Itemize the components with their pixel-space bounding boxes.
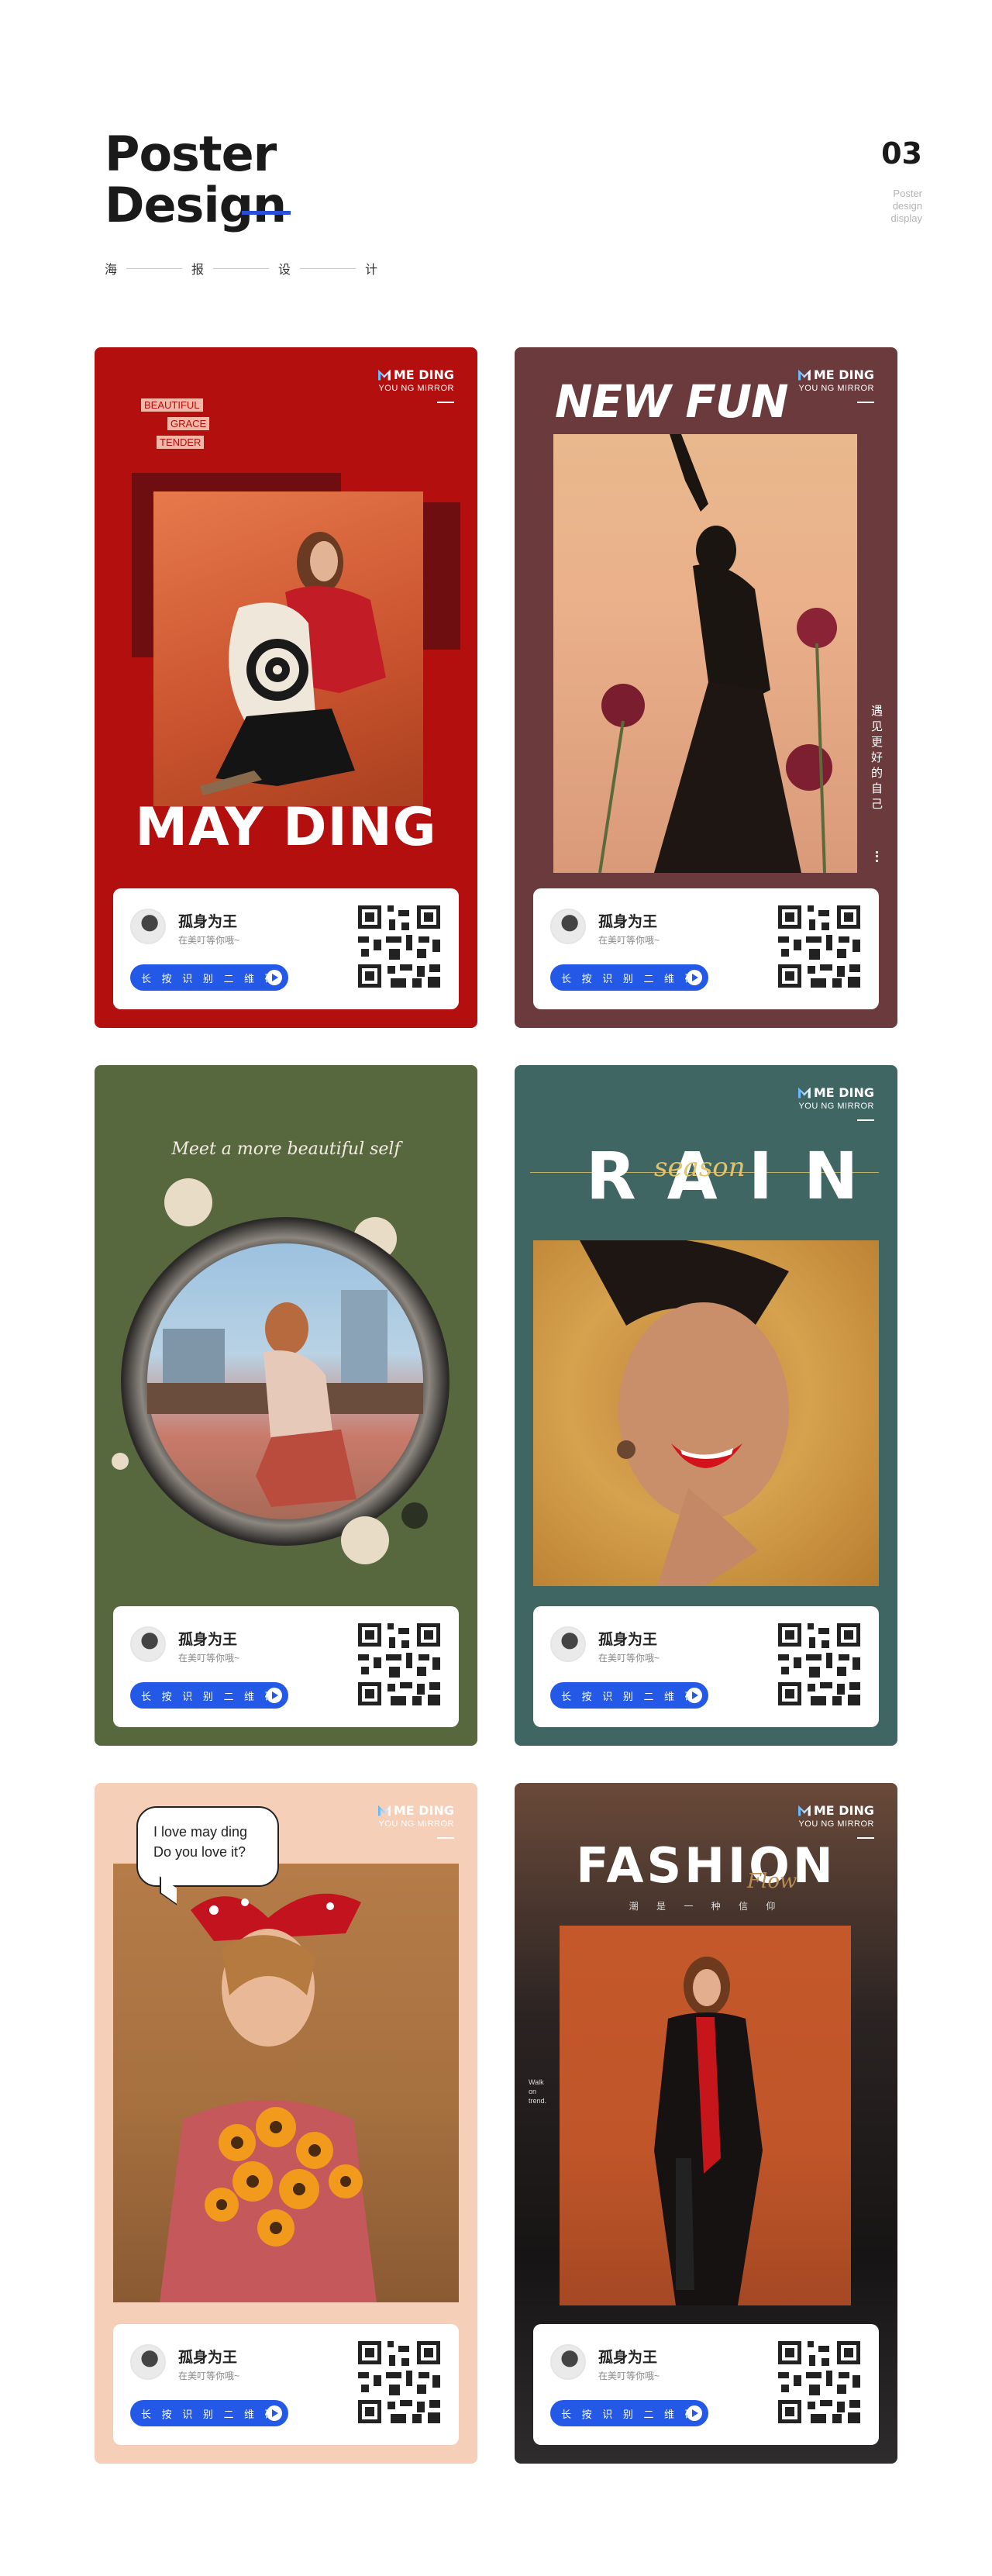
avatar [550,2344,586,2380]
contact-name: 孤身为王 [178,914,238,930]
scan-qr-button[interactable]: 长 按 识 别 二 维 码 [130,964,288,991]
scan-qr-button[interactable]: 长 按 识 别 二 维 码 [130,2400,288,2426]
contact-card: 孤身为王 在美叮等你哦~ 长 按 识 别 二 维 码 [533,888,879,1009]
model-photo [153,491,423,806]
poster-title: NEW FUN [555,375,789,428]
qr-code-icon [778,905,860,988]
brand-logo: ME DING YOU NG MIRROR [797,1085,874,1125]
contact-name: 孤身为王 [598,1632,658,1648]
qr-code-icon [358,2341,440,2423]
scan-qr-button[interactable]: 长 按 识 别 二 维 码 [130,1682,288,1709]
qr-code-icon [358,905,440,988]
side-caption: Walk on trend. [529,2078,547,2105]
title-line-2: Design [105,177,287,233]
play-icon [687,970,702,985]
brand-logo: ME DING YOU NG MIRROR [377,1803,454,1843]
contact-card: 孤身为王 在美叮等你哦~ 长 按 识 别 二 维 码 [533,1606,879,1727]
model-photo [553,434,857,874]
contact-tagline: 在美叮等你哦~ [178,935,240,946]
contact-tagline: 在美叮等你哦~ [598,2371,660,2381]
contact-card: 孤身为王 在美叮等你哦~ 长 按 识 别 二 维 码 [533,2324,879,2445]
subtitle-char: 计 [365,264,378,277]
contact-tagline: 在美叮等你哦~ [598,1653,660,1664]
model-photo [113,1864,459,2302]
tag: GRACE [167,417,210,430]
poster-title: MAY DING [135,797,437,858]
poster-subtitle: 潮 是 一 种 信 仰 [629,1901,784,1912]
decor-circle [341,1516,389,1564]
contact-card: 孤身为王 在美叮等你哦~ 长 按 识 别 二 维 码 [113,888,459,1009]
model-photo [147,1243,423,1519]
decor-dots [876,851,879,862]
play-icon [267,2405,282,2421]
vertical-slogan: 遇见更好的自己 [871,705,884,811]
model-photo [533,1236,879,1586]
play-icon [267,1688,282,1703]
brand-mark-icon [797,1087,811,1098]
play-icon [687,1688,702,1703]
contact-tagline: 在美叮等你哦~ [598,935,660,946]
play-icon [267,970,282,985]
poster-title: FASHION [576,1837,836,1894]
play-icon [687,2405,702,2421]
qr-code-icon [778,1623,860,1705]
page-title: Poster Design [105,126,287,233]
qr-code-icon [358,1623,440,1705]
scan-qr-button[interactable]: 长 按 识 别 二 维 码 [550,1682,708,1709]
avatar [550,909,586,944]
brand-logo: ME DING YOU NG MIRROR [377,367,454,407]
brand-mark-icon [377,1805,391,1816]
brand-mark-icon [797,369,811,381]
contact-card: 孤身为王 在美叮等你哦~ 长 按 识 别 二 维 码 [113,2324,459,2445]
script-overlay: Flow [747,1870,797,1893]
contact-name: 孤身为王 [178,2350,238,2366]
brand-mark-icon [377,369,391,381]
backdrop-block [422,502,460,650]
title-accent-line [242,211,291,215]
contact-tagline: 在美叮等你哦~ [178,1653,240,1664]
qr-code-icon [778,2341,860,2423]
contact-name: 孤身为王 [598,2350,658,2366]
poster-rain: ME DING YOU NG MIRROR RAIN season 孤身为王 在… [515,1065,897,1746]
subtitle-char: 报 [191,264,205,277]
avatar [130,909,166,944]
poster-fashion: ME DING YOU NG MIRROR FASHION Flow 潮 是 一… [515,1783,897,2464]
subtitle: 海 报 设 计 [105,259,377,278]
contact-name: 孤身为王 [598,914,658,930]
section-number: 03 [881,136,922,171]
speech-bubble: I love may ding Do you love it? [136,1806,279,1887]
script-overlay: season [654,1152,746,1183]
poster-beautiful-self: Meet a more beautiful self 孤身为王 在美叮等你哦~ … [95,1065,477,1746]
tag: TENDER [157,436,205,449]
title-line-1: Poster [105,126,277,182]
poster-new-fun: ME DING YOU NG MIRROR NEW FUN 遇见更好的自己 孤身… [515,347,897,1028]
decor-circle [164,1178,212,1226]
decor-circle [401,1502,428,1529]
scan-qr-button[interactable]: 长 按 识 别 二 维 码 [550,2400,708,2426]
subtitle-char: 设 [278,264,291,277]
decor-circle [112,1453,129,1470]
model-photo [560,1926,851,2305]
section-number-caption: Poster design display [890,188,922,224]
avatar [550,1626,586,1662]
script-headline: Meet a more beautiful self [171,1140,401,1159]
contact-tagline: 在美叮等你哦~ [178,2371,240,2381]
subtitle-char: 海 [105,264,118,277]
poster-love-may-ding: ME DING YOU NG MIRROR I love may ding Do… [95,1783,477,2464]
tag-list: BEAUTIFUL GRACE TENDER [141,398,210,454]
contact-name: 孤身为王 [178,1632,238,1648]
scan-qr-button[interactable]: 长 按 识 别 二 维 码 [550,964,708,991]
avatar [130,2344,166,2380]
contact-card: 孤身为王 在美叮等你哦~ 长 按 识 别 二 维 码 [113,1606,459,1727]
tag: BEAUTIFUL [141,398,203,412]
brand-mark-icon [797,1805,811,1816]
avatar [130,1626,166,1662]
poster-may-ding: ME DING YOU NG MIRROR BEAUTIFUL GRACE TE… [95,347,477,1028]
brand-logo: ME DING YOU NG MIRROR [797,367,874,407]
